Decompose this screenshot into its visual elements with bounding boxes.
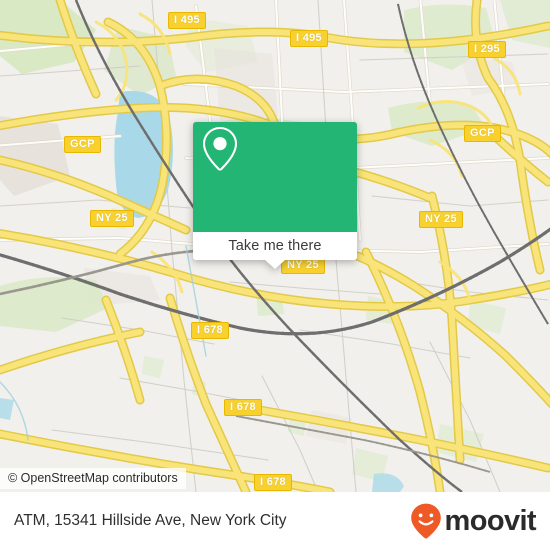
highway-shield: GCP xyxy=(64,136,101,153)
highway-shield: NY 25 xyxy=(419,211,463,228)
map-pin-icon xyxy=(202,126,238,171)
highway-shield: I 678 xyxy=(224,399,262,416)
popup-action-bar[interactable]: Take me there xyxy=(193,232,357,269)
highway-shield: I 295 xyxy=(468,41,506,58)
highway-shield: I 678 xyxy=(254,474,292,491)
highway-shield: I 495 xyxy=(168,12,206,29)
osm-attribution[interactable]: © OpenStreetMap contributors xyxy=(0,468,186,489)
popup-marker-panel xyxy=(193,122,357,232)
footer-bar: ATM, 15341 Hillside Ave, New York City m… xyxy=(0,492,550,550)
highway-shield: GCP xyxy=(464,125,501,142)
highway-shield: I 678 xyxy=(191,322,229,339)
moovit-wordmark: moovit xyxy=(444,505,537,537)
location-popup-card[interactable]: Take me there xyxy=(193,122,357,269)
take-me-there-label: Take me there xyxy=(228,238,322,254)
popup-pointer-tail xyxy=(265,260,285,269)
moovit-brand[interactable]: moovit xyxy=(409,502,537,540)
highway-shield: NY 25 xyxy=(90,210,134,227)
moovit-smiley-pin-icon xyxy=(410,503,441,539)
map-screenshot: .bg{fill:#f1f0ec} .park{fill:#d8e9c4} .p… xyxy=(0,0,550,550)
map-canvas[interactable]: .bg{fill:#f1f0ec} .park{fill:#d8e9c4} .p… xyxy=(0,0,550,492)
place-title: ATM, 15341 Hillside Ave, New York City xyxy=(14,512,287,529)
highway-shield: I 495 xyxy=(290,30,328,47)
